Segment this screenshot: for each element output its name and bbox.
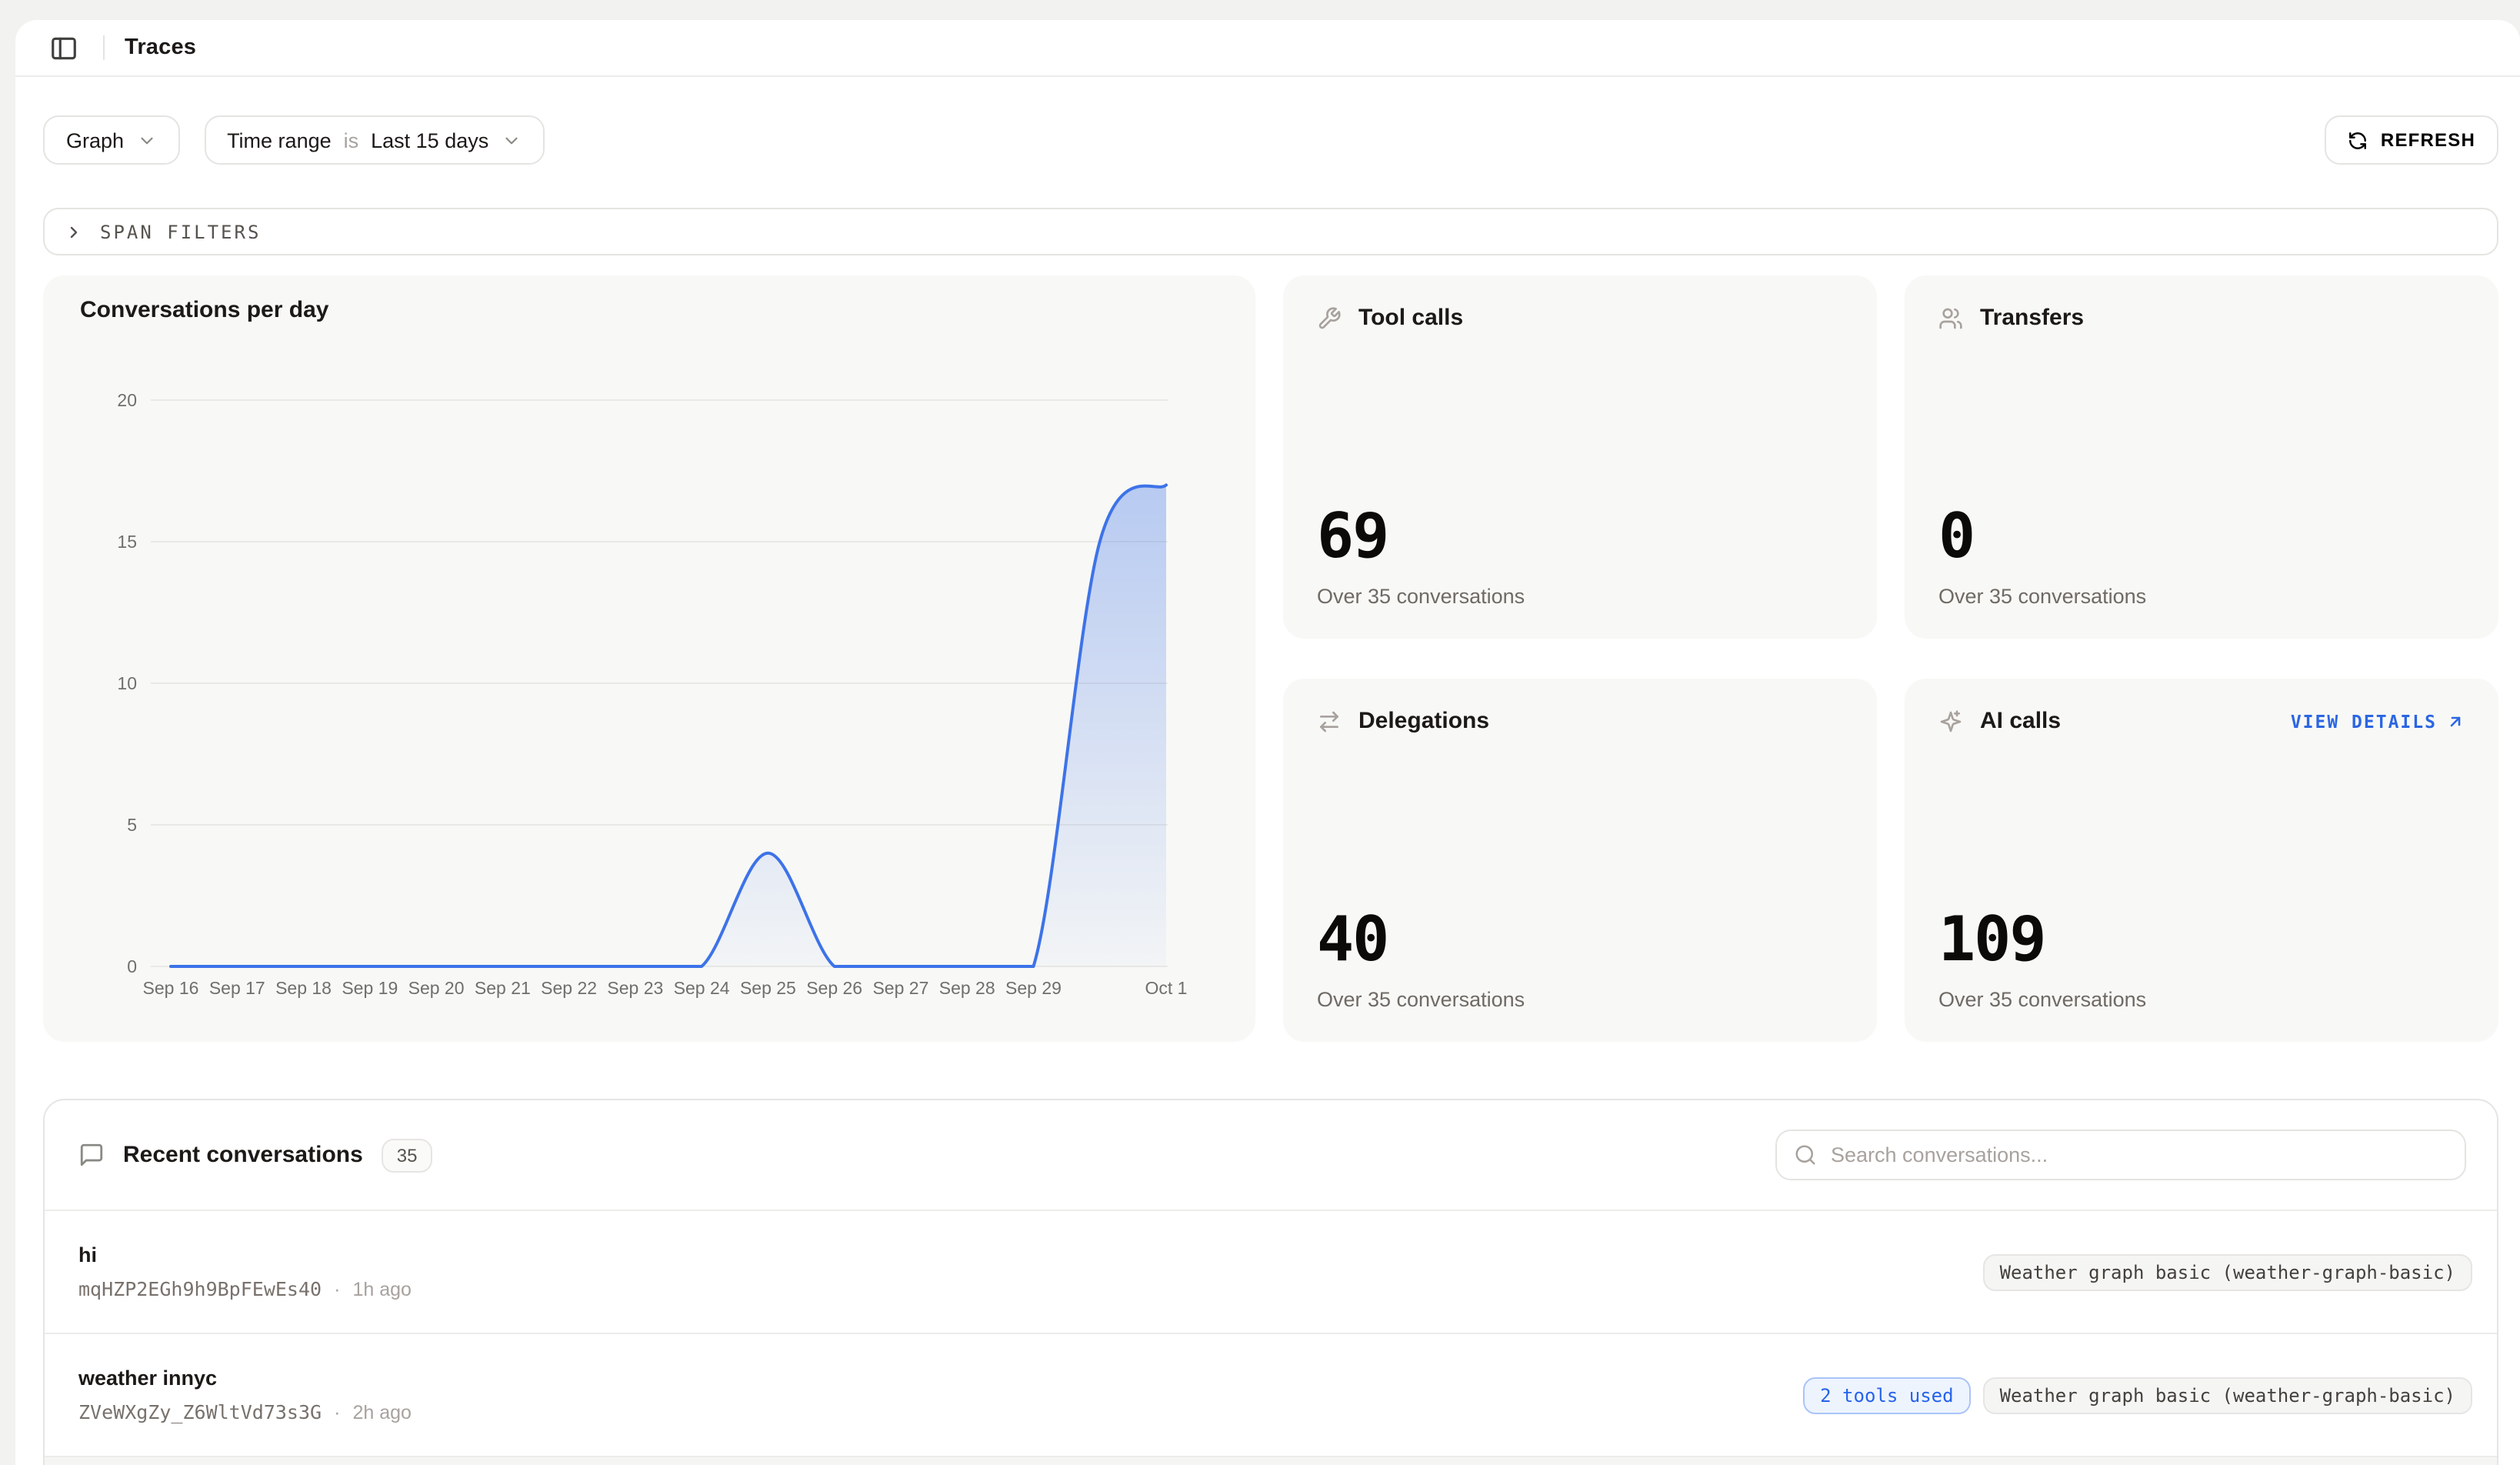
conversations-chart: 0 5 10 15 20 Sep 16 Sep 17 Sep 18 Sep 19 Sep 20 Se… [43,275,1255,1042]
recent-conversations-card: Recent conversations 35 hi mqHZP2EGh9h9B… [43,1099,2498,1465]
stat-card-value: 69 [1317,506,1843,568]
chevron-down-icon [501,130,521,150]
metrics-grid: Conversations per day 05101520Sep 16Sep … [43,275,2498,1042]
stat-card-value: 0 [1938,506,2465,568]
refresh-button[interactable]: REFRESH [2325,115,2498,165]
conversation-id: mqHZP2EGh9h9BpFEwEs40 [78,1277,322,1300]
chevron-down-icon [136,130,156,150]
stat-card-caption: Over 35 conversations [1317,585,1843,608]
stat-card-title: Delegations [1358,708,1489,734]
agent-badge: Weather graph basic (weather-graph-basic… [1983,1253,2472,1290]
time-range-field: Time range [227,128,332,152]
wrench-icon [1317,305,1342,330]
conversation-count-badge: 35 [382,1138,433,1172]
divider [103,35,105,60]
svg-text:Sep 24: Sep 24 [674,978,730,998]
stat-card-value: 40 [1317,909,1843,971]
swap-arrows-icon [1317,709,1342,733]
filter-toolbar: Graph Time range is Last 15 days [43,115,2498,165]
conversation-row[interactable]: hi mqHZP2EGh9h9BpFEwEs40 · 1h ago Weathe… [45,1211,2497,1334]
stat-card-transfers: Transfers 0 Over 35 conversations [1905,275,2498,639]
refresh-icon [2348,130,2368,150]
svg-text:Sep 29: Sep 29 [1005,978,1062,998]
agent-badge: Weather graph basic (weather-graph-basic… [1983,1377,2472,1413]
stat-card-title: AI calls [1980,708,2061,734]
conversation-timestamp: 1h ago [352,1278,411,1300]
conversation-title: weather innyc [78,1367,412,1390]
svg-text:Sep 20: Sep 20 [408,978,465,998]
span-filters-expander[interactable]: SPAN FILTERS [43,208,2498,255]
svg-text:Sep 28: Sep 28 [939,978,995,998]
stat-card-tool-calls: Tool calls 69 Over 35 conversations [1283,275,1877,639]
svg-text:Oct 1: Oct 1 [1145,978,1188,998]
conversations-chart-card: Conversations per day 05101520Sep 16Sep … [43,275,1255,1042]
stat-card-caption: Over 35 conversations [1317,988,1843,1011]
svg-text:Sep 16: Sep 16 [143,978,199,998]
stat-card-title: Tool calls [1358,305,1463,331]
view-details-label: VIEW DETAILS [2291,710,2437,732]
svg-text:Sep 19: Sep 19 [342,978,398,998]
stat-card-caption: Over 35 conversations [1938,585,2465,608]
span-filters-label: SPAN FILTERS [100,221,261,242]
conversation-timestamp: 2h ago [352,1401,411,1423]
svg-text:Sep 26: Sep 26 [806,978,862,998]
tools-used-badge: 2 tools used [1803,1377,1970,1413]
svg-text:5: 5 [127,815,137,835]
time-range-operator: is [344,128,359,152]
search-icon [1794,1143,1817,1166]
next-row-peek [45,1457,2497,1465]
dot-separator: · [334,1401,340,1423]
svg-text:Sep 27: Sep 27 [872,978,928,998]
time-range-filter-button[interactable]: Time range is Last 15 days [204,115,544,165]
svg-text:0: 0 [127,956,137,976]
svg-text:Sep 22: Sep 22 [541,978,597,998]
chat-bubble-icon [78,1142,105,1168]
refresh-label: REFRESH [2381,129,2475,151]
users-icon [1938,305,1963,330]
view-selector-button[interactable]: Graph [43,115,179,165]
conversation-id: ZVeWXgZy_Z6WltVd73s3G [78,1400,322,1423]
arrow-up-right-icon [2446,712,2465,730]
time-range-value: Last 15 days [371,128,488,152]
main-content: Graph Time range is Last 15 days [15,115,2520,1465]
chevron-right-icon [65,222,83,241]
svg-text:Sep 17: Sep 17 [209,978,265,998]
recent-conversations-header: Recent conversations 35 [45,1100,2497,1211]
stat-card-ai-calls: AI calls VIEW DETAILS 109 Over 35 conver… [1905,679,2498,1042]
svg-text:20: 20 [117,390,137,410]
top-bar: Traces [15,20,2520,77]
search-conversations-input[interactable] [1831,1143,2448,1166]
svg-text:Sep 25: Sep 25 [740,978,796,998]
main-window: Traces Graph Time range is Last 15 days [15,20,2520,1465]
sidebar-panel-icon [48,33,78,62]
stat-card-value: 109 [1938,909,2465,971]
app-root: Traces Graph Time range is Last 15 days [0,0,2520,1465]
stat-card-title: Transfers [1980,305,2084,331]
recent-conversations-title: Recent conversations [123,1142,363,1168]
svg-text:Sep 18: Sep 18 [275,978,332,998]
view-details-link[interactable]: VIEW DETAILS [2291,710,2465,732]
conversation-row[interactable]: weather innyc ZVeWXgZy_Z6WltVd73s3G · 2h… [45,1334,2497,1457]
svg-text:Sep 23: Sep 23 [607,978,663,998]
conversation-title: hi [78,1243,412,1266]
search-conversations-box [1775,1130,2466,1180]
sparkles-icon [1938,709,1963,733]
dot-separator: · [334,1278,340,1300]
svg-text:Sep 21: Sep 21 [475,978,531,998]
svg-text:15: 15 [117,532,137,552]
stat-card-caption: Over 35 conversations [1938,988,2465,1011]
page-title: Traces [125,35,196,60]
sidebar-toggle-button[interactable] [43,28,83,68]
view-selector-label: Graph [66,128,124,152]
svg-text:10: 10 [117,673,137,693]
stat-card-delegations: Delegations 40 Over 35 conversations [1283,679,1877,1042]
